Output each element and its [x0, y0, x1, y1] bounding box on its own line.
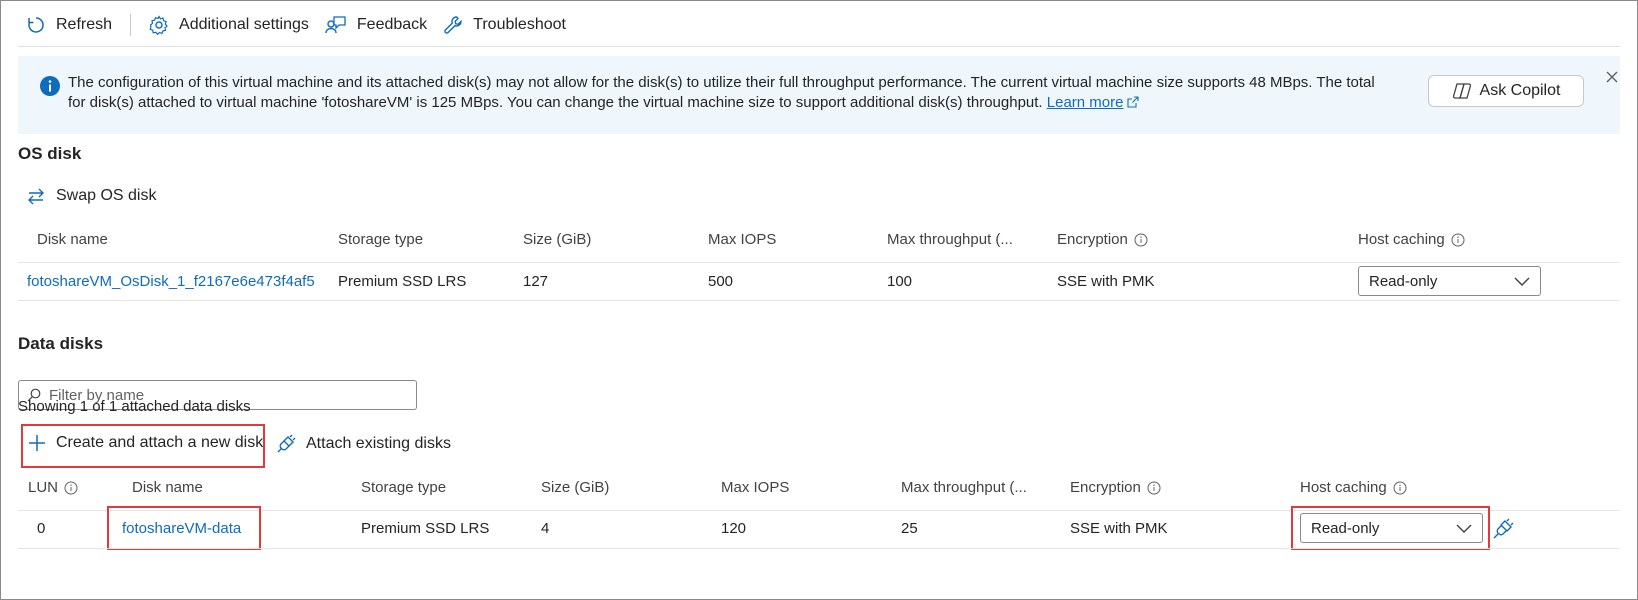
- data-col-lun-label: LUN: [28, 479, 59, 496]
- attach-existing-disks-button[interactable]: Attach existing disks: [276, 434, 451, 454]
- os-disk-max-iops: 500: [708, 273, 734, 290]
- chevron-down-icon: [1456, 524, 1472, 533]
- data-col-encryption-label: Encryption: [1070, 479, 1141, 496]
- os-col-host-caching[interactable]: Host caching: [1358, 231, 1465, 248]
- wrench-icon: [444, 16, 462, 34]
- additional-settings-label: Additional settings: [179, 16, 309, 33]
- row-divider: [18, 300, 1620, 301]
- data-col-disk-name[interactable]: Disk name: [132, 479, 203, 496]
- command-bar: Refresh Additional settings Feedback Tro…: [18, 8, 574, 42]
- os-disk-heading: OS disk: [18, 144, 82, 163]
- data-disk-lun: 0: [37, 520, 46, 537]
- banner-message-line1: The configuration of this virtual machin…: [68, 74, 1375, 91]
- data-disk-max-throughput: 25: [901, 520, 918, 537]
- refresh-label: Refresh: [56, 16, 113, 33]
- data-host-caching-dropdown[interactable]: Read-only: [1300, 513, 1483, 543]
- data-disks-heading: Data disks: [18, 334, 104, 353]
- gear-icon: [149, 15, 168, 35]
- attach-existing-disks-label: Attach existing disks: [306, 435, 451, 452]
- os-col-size[interactable]: Size (GiB): [523, 231, 591, 248]
- copilot-icon: [1452, 83, 1471, 99]
- os-disk-max-throughput: 100: [887, 273, 913, 290]
- learn-more-link[interactable]: Learn more: [1047, 94, 1124, 111]
- data-disk-size: 4: [541, 520, 550, 537]
- data-disk-encryption: SSE with PMK: [1070, 520, 1168, 537]
- banner-message-line2: for disk(s) attached to virtual machine …: [68, 94, 1043, 111]
- os-col-max-iops[interactable]: Max IOPS: [708, 231, 776, 248]
- os-col-host-caching-label: Host caching: [1358, 231, 1445, 248]
- detach-plug-icon[interactable]: [1492, 518, 1514, 540]
- swap-os-disk-label: Swap OS disk: [56, 187, 157, 204]
- feedback-button[interactable]: Feedback: [317, 10, 435, 40]
- os-col-encryption-label: Encryption: [1057, 231, 1128, 248]
- os-host-caching-dropdown[interactable]: Read-only: [1358, 266, 1541, 296]
- chevron-down-icon: [1514, 277, 1530, 286]
- refresh-button[interactable]: Refresh: [18, 10, 120, 40]
- os-disk-size: 127: [523, 273, 549, 290]
- data-host-caching-value: Read-only: [1311, 519, 1380, 537]
- toolbar-divider-line: [18, 46, 1620, 47]
- create-attach-disk-button[interactable]: Create and attach a new disk: [28, 434, 263, 452]
- os-disk-name-link[interactable]: fotoshareVM_OsDisk_1_f2167e6e473f4af5: [27, 273, 315, 290]
- data-col-max-throughput[interactable]: Max throughput (...: [901, 479, 1027, 496]
- troubleshoot-label: Troubleshoot: [473, 16, 566, 33]
- row-divider: [18, 548, 1620, 549]
- info-icon[interactable]: [1147, 481, 1161, 495]
- os-disk-encryption: SSE with PMK: [1057, 273, 1155, 290]
- os-col-storage-type[interactable]: Storage type: [338, 231, 423, 248]
- info-icon[interactable]: [1393, 481, 1407, 495]
- os-disk-storage-type: Premium SSD LRS: [338, 273, 467, 290]
- banner-message: The configuration of this virtual machin…: [68, 73, 1398, 113]
- os-col-max-throughput[interactable]: Max throughput (...: [887, 231, 1013, 248]
- plus-icon: [29, 435, 45, 451]
- os-col-disk-name[interactable]: Disk name: [37, 231, 108, 248]
- additional-settings-button[interactable]: Additional settings: [141, 10, 317, 40]
- data-disk-name-link[interactable]: fotoshareVM-data: [122, 520, 241, 537]
- create-attach-disk-label: Create and attach a new disk: [56, 434, 264, 451]
- data-col-encryption[interactable]: Encryption: [1070, 479, 1161, 496]
- feedback-label: Feedback: [356, 16, 428, 33]
- refresh-icon: [28, 17, 44, 33]
- troubleshoot-button[interactable]: Troubleshoot: [435, 10, 574, 40]
- attach-plug-icon: [277, 434, 296, 453]
- header-divider: [18, 262, 1620, 263]
- data-col-max-iops[interactable]: Max IOPS: [721, 479, 789, 496]
- info-icon[interactable]: [1451, 233, 1465, 247]
- ask-copilot-button[interactable]: Ask Copilot: [1428, 75, 1584, 107]
- throughput-info-banner: The configuration of this virtual machin…: [18, 56, 1620, 134]
- data-col-size[interactable]: Size (GiB): [541, 479, 609, 496]
- data-col-lun[interactable]: LUN: [28, 479, 78, 496]
- external-link-icon: [1127, 96, 1140, 108]
- swap-icon: [28, 188, 44, 205]
- info-icon[interactable]: [1134, 233, 1148, 247]
- toolbar-divider: [130, 14, 132, 36]
- data-disk-storage-type: Premium SSD LRS: [361, 520, 490, 537]
- info-icon[interactable]: [64, 481, 78, 495]
- showing-count-text: Showing 1 of 1 attached data disks: [18, 398, 251, 415]
- header-divider: [18, 510, 1620, 511]
- data-col-storage-type[interactable]: Storage type: [361, 479, 446, 496]
- data-disk-max-iops: 120: [721, 520, 747, 537]
- os-col-encryption[interactable]: Encryption: [1057, 231, 1148, 248]
- swap-os-disk-button[interactable]: Swap OS disk: [26, 186, 156, 206]
- info-icon: [40, 76, 60, 96]
- data-col-host-caching[interactable]: Host caching: [1300, 479, 1407, 496]
- data-col-host-caching-label: Host caching: [1300, 479, 1387, 496]
- feedback-icon: [325, 16, 346, 34]
- os-host-caching-value: Read-only: [1369, 272, 1438, 290]
- close-icon[interactable]: [1603, 68, 1621, 86]
- ask-copilot-label: Ask Copilot: [1479, 82, 1561, 99]
